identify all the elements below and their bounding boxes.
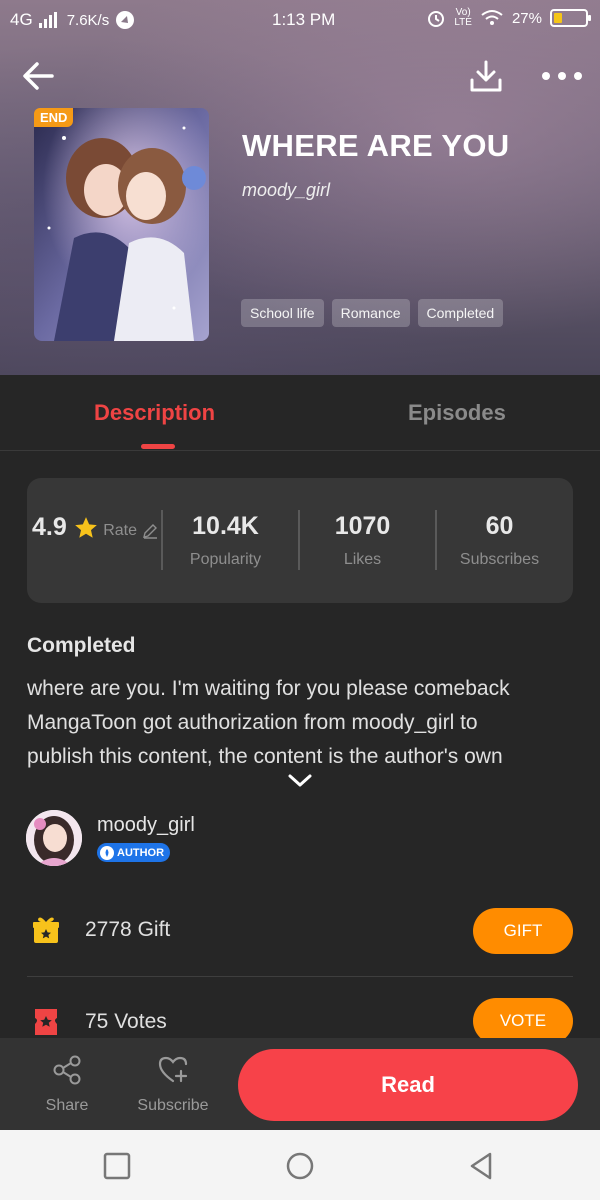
row-divider (27, 976, 573, 977)
book-cover[interactable] (34, 108, 209, 341)
stat-popularity: 10.4K Popularity (157, 512, 294, 569)
tag-completed[interactable]: Completed (417, 299, 504, 327)
status-right: Vo) LTE 27% (426, 7, 591, 28)
rate-label: Rate (103, 522, 137, 539)
subscribes-value: 60 (485, 512, 514, 540)
author-name[interactable]: moody_girl (97, 814, 195, 837)
volte-label: Vo) LTE (454, 7, 472, 28)
battery-level (554, 13, 562, 23)
subscribe-label: Subscribe (137, 1097, 209, 1114)
gift-label: Gift (137, 918, 171, 941)
tag-romance[interactable]: Romance (331, 299, 410, 327)
tab-bar: Description Episodes (0, 375, 600, 451)
stat-rate[interactable]: 4.9 Rate (27, 512, 164, 542)
book-author[interactable]: moody_girl (242, 180, 330, 201)
book-header: 4G 7.6K/s 1:13 PM Vo) LTE 27% END WHERE … (0, 0, 600, 375)
tag-list: School life Romance Completed (241, 299, 504, 327)
cover-art (34, 108, 209, 341)
description-line: where are you. I'm waiting for you pleas… (27, 677, 510, 700)
likes-label: Likes (343, 551, 382, 568)
votes-count: 75 Votes (85, 1010, 167, 1034)
gift-count: 2778 Gift (85, 918, 170, 942)
book-title: WHERE ARE YOU (242, 128, 510, 163)
rate-value: 4.9 (31, 513, 67, 541)
network-speed: 7.6K/s (66, 11, 110, 29)
subscribe-button[interactable]: Subscribe (133, 1054, 213, 1115)
gift-icon (33, 917, 59, 943)
tab-episodes[interactable]: Episodes (408, 400, 506, 426)
likes-value: 1070 (334, 512, 391, 540)
popularity-label: Popularity (189, 551, 262, 568)
gift-number: 2778 (85, 918, 132, 941)
system-nav-bar (0, 1130, 600, 1200)
status-bar: 4G 7.6K/s 1:13 PM Vo) LTE 27% (0, 0, 600, 40)
share-button[interactable]: Share (27, 1054, 107, 1115)
popularity-value: 10.4K (192, 512, 259, 540)
home-icon[interactable] (284, 1150, 316, 1182)
author-badge: AUTHOR (97, 843, 171, 862)
battery-percent: 27% (511, 9, 542, 27)
signal-icon (38, 12, 57, 28)
data-saver-icon (116, 11, 135, 29)
votes-number: 75 (85, 1010, 109, 1033)
author-badge-icon (100, 845, 114, 860)
more-icon[interactable] (540, 66, 584, 86)
stats-card: 4.9 Rate 10.4K Popularity 1070 Likes 60 … (27, 478, 573, 603)
active-tab-indicator (141, 444, 175, 449)
expand-chevron-icon[interactable] (286, 772, 314, 790)
stat-subscribes: 60 Subscribes (431, 512, 568, 569)
author-avatar[interactable] (26, 810, 82, 866)
bottom-action-bar: Share Subscribe Read (0, 1038, 600, 1130)
tab-description[interactable]: Description (94, 400, 215, 426)
gift-button[interactable]: GIFT (473, 908, 573, 954)
recent-apps-icon[interactable] (101, 1150, 133, 1182)
alarm-icon (428, 11, 445, 27)
stat-likes: 1070 Likes (294, 512, 431, 569)
read-button[interactable]: Read (238, 1049, 578, 1121)
share-icon (53, 1055, 81, 1085)
vote-ticket-icon (35, 1009, 57, 1035)
network-type: 4G (10, 10, 33, 29)
star-icon (74, 516, 97, 538)
description-text: where are you. I'm waiting for you pleas… (27, 672, 577, 774)
description-line: MangaToon got authorization from moody_g… (27, 711, 478, 734)
download-icon[interactable] (466, 58, 506, 94)
share-label: Share (45, 1097, 89, 1114)
description-line: publish this content, the content is the… (27, 745, 503, 768)
description-heading: Completed (27, 634, 136, 657)
status-left: 4G 7.6K/s (10, 10, 135, 30)
author-badge-label: AUTHOR (117, 846, 165, 859)
tag-school-life[interactable]: School life (241, 299, 324, 327)
status-time: 1:13 PM (272, 10, 336, 29)
wifi-icon (481, 10, 503, 25)
subscribes-label: Subscribes (459, 551, 540, 568)
battery-icon (550, 9, 591, 27)
back-arrow-icon[interactable] (18, 56, 58, 96)
end-badge: END (34, 108, 74, 127)
avatar-image (26, 810, 82, 866)
back-icon[interactable] (466, 1150, 498, 1182)
heart-plus-icon (158, 1056, 188, 1083)
votes-label: Votes (114, 1010, 167, 1033)
